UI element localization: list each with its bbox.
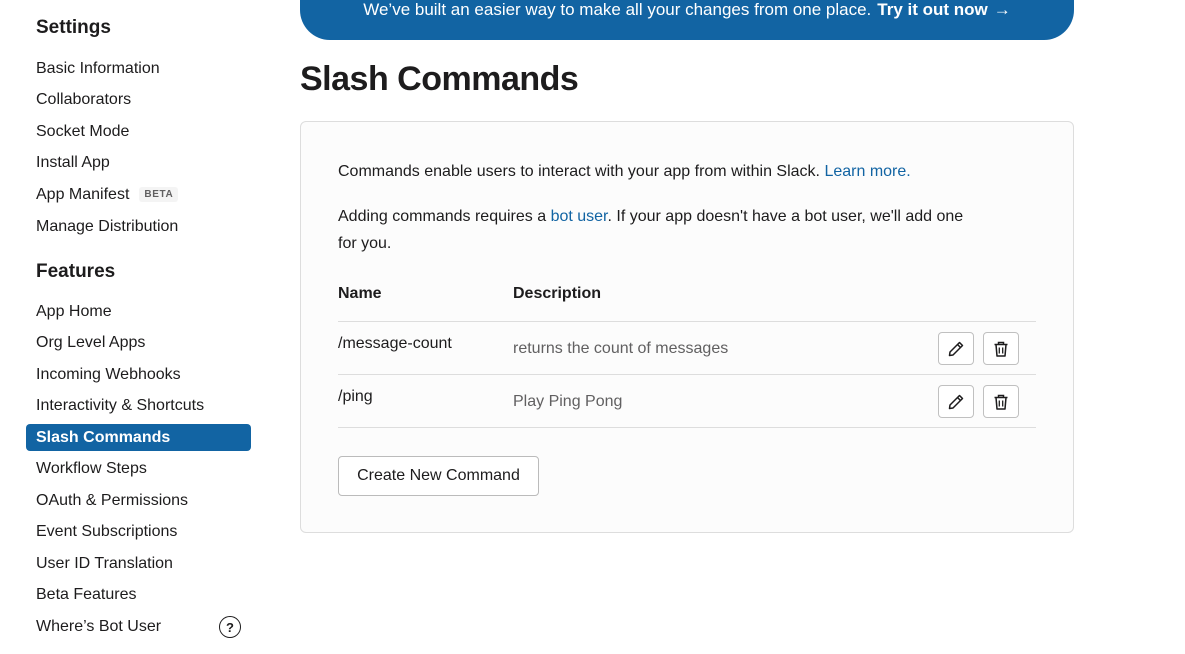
divider [338,374,1036,375]
sidebar-item-label: Where’s Bot User [36,617,162,635]
sidebar-item-label: Workflow Steps [36,459,147,477]
command-name: /message-count [338,335,452,352]
sidebar-item-socket-mode[interactable]: Socket Mode [26,118,251,145]
bot-suffix-text: . If your app doesn't have a bot user, w… [607,208,964,225]
bot-suffix-text-2: for you. [338,235,392,252]
sidebar-item-event-subscriptions[interactable]: Event Subscriptions [26,518,251,545]
features-heading: Features [36,261,116,282]
sidebar-item-label: App Home [36,302,112,320]
intro-paragraph: Commands enable users to interact with y… [338,158,911,185]
sidebar-item-label: App Manifest [36,185,130,203]
intro-text: Commands enable users to interact with y… [338,163,820,180]
trash-icon [994,394,1008,410]
edit-command-button[interactable] [938,332,974,365]
divider [338,427,1036,428]
create-new-command-button[interactable]: Create New Command [338,456,539,496]
delete-command-button[interactable] [983,385,1019,418]
sidebar-item-label: Interactivity & Shortcuts [36,396,205,414]
commands-card: Commands enable users to interact with y… [300,121,1074,533]
sidebar-item-manage-distribution[interactable]: Manage Distribution [26,213,251,240]
divider [338,321,1036,322]
sidebar-item-label: Collaborators [36,90,132,108]
bot-user-link[interactable]: bot user [551,208,608,225]
sidebar-item-label: Org Level Apps [36,333,146,351]
sidebar-item-label: Install App [36,153,110,171]
command-description: Play Ping Pong [513,393,623,410]
trash-icon [994,341,1008,357]
sidebar-item-label: Socket Mode [36,122,130,140]
banner-text: We’ve built an easier way to make all yo… [363,0,872,19]
edit-command-button[interactable] [938,385,974,418]
column-header-name: Name [338,285,382,302]
pencil-icon [948,341,964,356]
column-header-description: Description [513,285,602,302]
sidebar-item-slash-commands[interactable]: Slash Commands [26,424,251,451]
sidebar-item-basic-information[interactable]: Basic Information [26,55,251,82]
bot-prefix-text: Adding commands requires a [338,208,547,225]
beta-badge: BETA [139,187,179,202]
sidebar-item-incoming-webhooks[interactable]: Incoming Webhooks [26,361,251,388]
pencil-icon [948,394,964,409]
help-icon[interactable]: ? [219,616,241,638]
sidebar-item-collaborators[interactable]: Collaborators [26,86,251,113]
sidebar-item-install-app[interactable]: Install App [26,149,251,176]
sidebar-item-label: User ID Translation [36,554,173,572]
sidebar-item-workflow-steps[interactable]: Workflow Steps [26,455,251,482]
delete-command-button[interactable] [983,332,1019,365]
bot-user-paragraph: Adding commands requires a bot user. If … [338,203,1038,257]
announcement-banner: We’ve built an easier way to make all yo… [300,0,1074,40]
sidebar-item-interactivity-shortcuts[interactable]: Interactivity & Shortcuts [26,392,251,419]
sidebar-item-wheres-bot-user[interactable]: Where’s Bot User [26,613,251,640]
sidebar-item-label: Event Subscriptions [36,522,178,540]
arrow-right-icon[interactable]: → [994,0,1011,20]
sidebar: Settings Basic Information Collaborators… [0,0,270,654]
sidebar-item-beta-features[interactable]: Beta Features [26,581,251,608]
sidebar-item-app-manifest[interactable]: App Manifest BETA [26,181,251,208]
sidebar-item-label: OAuth & Permissions [36,491,189,509]
sidebar-item-user-id-translation[interactable]: User ID Translation [26,550,251,577]
command-name: /ping [338,388,373,405]
page-title: Slash Commands [300,60,579,98]
command-description: returns the count of messages [513,340,729,357]
sidebar-item-oauth-permissions[interactable]: OAuth & Permissions [26,487,251,514]
sidebar-item-label: Beta Features [36,585,137,603]
sidebar-item-label: Basic Information [36,59,160,77]
sidebar-item-label: Manage Distribution [36,217,179,235]
sidebar-item-app-home[interactable]: App Home [26,298,251,325]
sidebar-item-label: Slash Commands [36,428,171,446]
settings-heading: Settings [36,17,111,38]
try-it-out-link[interactable]: Try it out now [877,0,988,20]
sidebar-item-org-level-apps[interactable]: Org Level Apps [26,329,251,356]
sidebar-item-label: Incoming Webhooks [36,365,181,383]
learn-more-link[interactable]: Learn more. [824,163,910,180]
